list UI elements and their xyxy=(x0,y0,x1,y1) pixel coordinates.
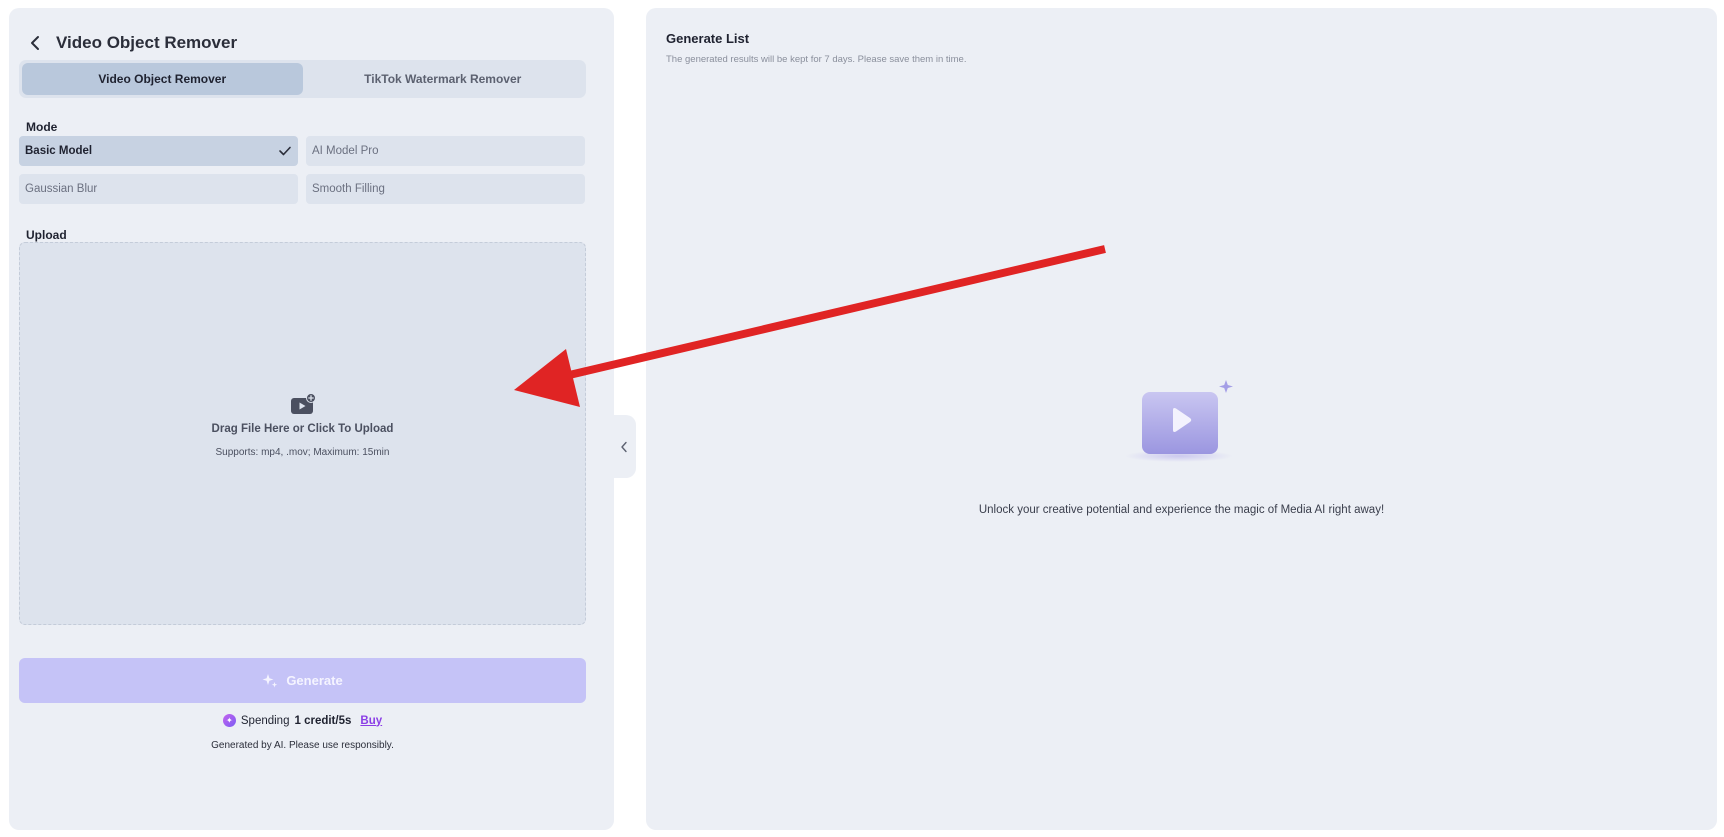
mode-option-basic-model[interactable]: Basic Model xyxy=(19,136,298,166)
mode-option-label: Gaussian Blur xyxy=(25,183,98,195)
upload-title: Drag File Here or Click To Upload xyxy=(211,423,394,435)
mode-option-label: AI Model Pro xyxy=(312,145,379,157)
empty-state: Unlock your creative potential and exper… xyxy=(646,378,1717,516)
generate-list-panel: Generate List The generated results will… xyxy=(646,8,1717,830)
credit-coin-icon: ✦ xyxy=(222,714,236,727)
mode-option-smooth-filling[interactable]: Smooth Filling xyxy=(306,174,585,204)
sparkle-icon xyxy=(262,673,278,687)
page-header: Video Object Remover xyxy=(26,30,237,56)
generate-list-title: Generate List xyxy=(666,31,750,46)
mode-option-ai-model-pro[interactable]: AI Model Pro xyxy=(306,136,585,166)
buy-link[interactable]: Buy xyxy=(360,715,382,727)
upload-dropzone[interactable]: Drag File Here or Click To Upload Suppor… xyxy=(19,242,586,625)
mode-option-label: Smooth Filling xyxy=(312,183,385,195)
mode-label: Mode xyxy=(26,120,58,134)
generate-button[interactable]: Generate xyxy=(19,658,586,703)
mode-option-label: Basic Model xyxy=(25,145,93,157)
mode-option-gaussian-blur[interactable]: Gaussian Blur xyxy=(19,174,298,204)
ai-disclaimer: Generated by AI. Please use responsibly. xyxy=(211,740,394,751)
tool-tabs: Video Object Remover TikTok Watermark Re… xyxy=(19,60,586,98)
upload-hint: Supports: mp4, .mov; Maximum: 15min xyxy=(215,447,390,458)
video-play-illustration-icon xyxy=(1124,380,1233,462)
tab-tiktok-watermark-remover[interactable]: TikTok Watermark Remover xyxy=(303,63,584,95)
checkmark-icon xyxy=(279,146,291,156)
collapse-panel-button[interactable] xyxy=(612,415,636,478)
tab-video-object-remover[interactable]: Video Object Remover xyxy=(22,63,303,95)
generate-list-subtitle: The generated results will be kept for 7… xyxy=(666,54,967,65)
generate-button-label: Generate xyxy=(286,673,343,688)
back-button[interactable] xyxy=(26,34,44,52)
spending-amount: 1 credit/5s xyxy=(294,714,352,727)
page-title: Video Object Remover xyxy=(56,33,238,52)
spending-prefix: Spending xyxy=(240,714,290,727)
spending-info: ✦ Spending 1 credit/5s Buy xyxy=(19,714,586,727)
mode-options: Basic Model AI Model Pro Gaussian Blur S… xyxy=(19,136,586,204)
chevron-left-icon xyxy=(621,441,627,452)
empty-state-text: Unlock your creative potential and exper… xyxy=(978,504,1385,516)
upload-content: Drag File Here or Click To Upload Suppor… xyxy=(20,393,585,458)
chevron-left-icon xyxy=(31,36,39,50)
video-upload-icon xyxy=(290,393,316,414)
upload-label: Upload xyxy=(26,228,67,242)
